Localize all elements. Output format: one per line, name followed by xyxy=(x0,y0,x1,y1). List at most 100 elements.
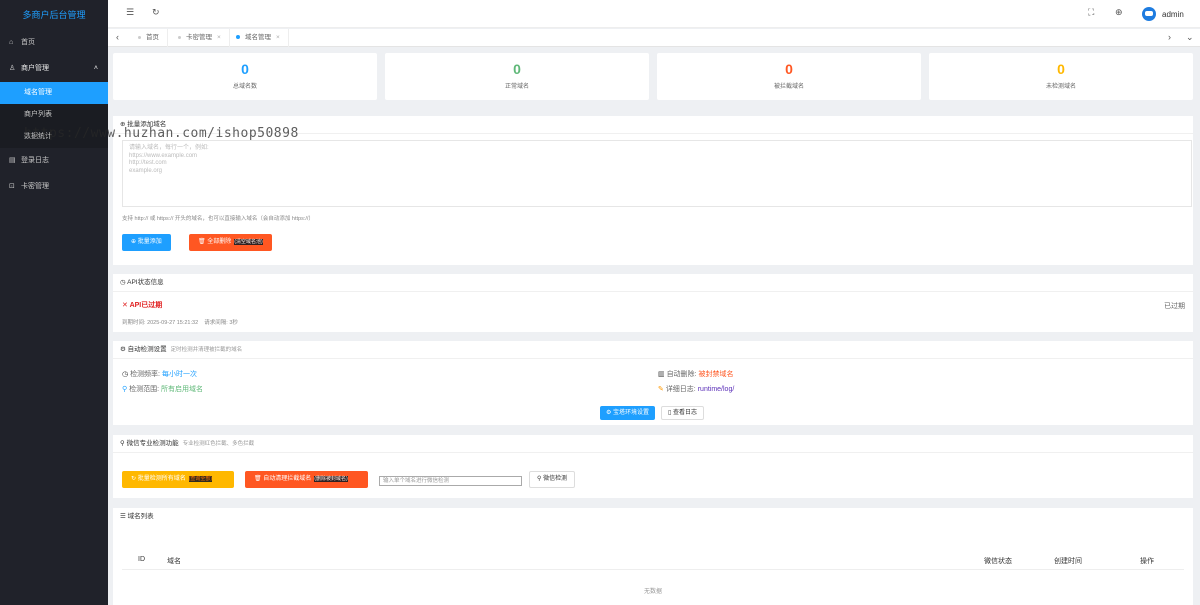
auto-title: 自动检测设置 xyxy=(127,346,167,353)
delete-all-button[interactable]: 🗑 全部删除 (清空域名池) xyxy=(189,234,272,251)
batch-hint: 支持 http:// 或 https:// 开头的域名，也可以直接输入域名（会自… xyxy=(122,216,314,222)
auto-delete: ▥ 自动删除: 被封禁域名 xyxy=(658,369,733,379)
avatar[interactable] xyxy=(1142,7,1156,21)
auto-clean-button[interactable]: 🗑 自动清理拦截域名 (删除被封域名) xyxy=(245,471,368,488)
button-label: 批量添加 xyxy=(137,239,162,245)
chevron-down-icon[interactable]: ⌄ xyxy=(1186,32,1194,43)
stat-value: 0 xyxy=(1057,61,1065,77)
auto-range: ⚲ 检测范围: 所有启用域名 xyxy=(122,384,203,394)
api-status-card: ◷ API状态信息 ✕ API已过期 到期时间: 2025-09-27 15:2… xyxy=(113,274,1193,332)
list-title: 域名列表 xyxy=(127,513,154,520)
tab-home[interactable]: 首页 xyxy=(130,29,168,47)
tab-dot-icon xyxy=(236,35,240,40)
button-label: 自动清理拦截域名 xyxy=(263,476,312,482)
wechat-check-card: ⚲ 微信专业检测功能 专业检测红色拦截、多色拦截 ↻ 批量检测所有域名 (查询全部)… xyxy=(113,435,1193,498)
auto-check-card: ⚙ 自动检测设置 定时检测并清理被拦截的域名 ◷ 检测频率: 每小时一次 ⚲ 检测… xyxy=(113,341,1193,425)
sidebar-item-label: 商户管理 xyxy=(21,65,49,72)
fullscreen-icon[interactable]: ⛶ xyxy=(1088,7,1094,18)
user-icon: ♙ xyxy=(9,65,16,72)
menu-toggle-icon[interactable]: ☰ xyxy=(126,7,134,18)
button-label: 微信检测 xyxy=(543,476,568,482)
log-value: runtime/log/ xyxy=(697,386,735,393)
empty-state: 无数据 xyxy=(643,589,662,595)
button-label: 宝塔环境设置 xyxy=(613,410,650,416)
button-sublabel: (删除被封域名) xyxy=(314,476,348,482)
tab-label: 域名管理 xyxy=(245,34,271,41)
button-label: 查看日志 xyxy=(672,410,697,416)
expire-label: 到期时间: xyxy=(122,320,146,326)
calendar-icon: ▤ xyxy=(9,157,16,164)
stat-normal: 0 正常域名 xyxy=(385,53,649,100)
card-title: ☰ 域名列表 xyxy=(113,508,1193,526)
chevron-left-icon[interactable]: ‹ xyxy=(116,32,119,42)
close-icon[interactable]: × xyxy=(217,34,221,41)
sidebar-item-cards[interactable]: ⊡ 卡密管理 xyxy=(0,174,108,200)
table-header: ID 域名 微信状态 创建时间 操作 xyxy=(122,552,1184,570)
stat-label: 被拦截域名 xyxy=(773,84,804,90)
tab-bar: ‹ 首页 卡密管理 × 域名管理 × › ⌄ xyxy=(108,29,1200,47)
trash-icon: 🗑 xyxy=(254,476,264,482)
tab-label: 首页 xyxy=(146,34,159,41)
chevron-right-icon[interactable]: › xyxy=(1168,32,1171,42)
stat-value: 0 xyxy=(513,61,521,77)
wechat-desc: 专业检测红色拦截、多色拦截 xyxy=(182,441,255,447)
single-domain-input[interactable]: 输入单个域名进行微信检测 xyxy=(379,476,522,486)
freq-value: 每小时一次 xyxy=(161,371,197,378)
stat-label: 未检测域名 xyxy=(1045,84,1076,90)
refresh-icon[interactable]: ↻ xyxy=(152,7,160,18)
stat-total: 0 总域名数 xyxy=(113,53,377,100)
auto-desc: 定时检测并清理被拦截的域名 xyxy=(170,347,243,353)
cron-setup-button[interactable]: ⚙ 宝塔环境设置 xyxy=(600,406,656,420)
col-wechat-status: 微信状态 xyxy=(984,558,1012,565)
wechat-check-button[interactable]: ⚲ 微信检测 xyxy=(529,471,576,488)
stat-label: 正常域名 xyxy=(504,84,529,90)
del-label: 自动删除: xyxy=(666,371,697,378)
button-sublabel: (清空域名池) xyxy=(234,239,263,245)
sidebar-item-domains[interactable]: 域名管理 xyxy=(0,82,108,104)
watermark: https://www.huzhan.com/ishop50898 xyxy=(24,126,299,141)
clock-icon: ◷ xyxy=(122,371,131,378)
gear-icon: ⚙ xyxy=(606,410,614,416)
col-domain: 域名 xyxy=(167,558,181,565)
card-title: ◷ API状态信息 xyxy=(113,274,1193,292)
top-header: ☰ ↻ ⛶ ⊕ admin xyxy=(108,0,1200,28)
domains-textarea[interactable]: 请输入域名，每行一个，例如: https://www.example.com h… xyxy=(122,140,1192,207)
file-icon: ✎ xyxy=(658,386,666,393)
interval-value: 3秒 xyxy=(229,320,238,326)
batch-add-button[interactable]: ⊕ 批量添加 xyxy=(122,234,171,251)
domain-list-card: ☰ 域名列表 ID 域名 微信状态 创建时间 操作 无数据 xyxy=(113,508,1193,605)
sidebar-item-label: 卡密管理 xyxy=(21,183,49,190)
card-title: ⚲ 微信专业检测功能 专业检测红色拦截、多色拦截 xyxy=(113,435,1193,453)
user-name[interactable]: admin xyxy=(1162,10,1184,19)
sidebar-item-merchant-list[interactable]: 商户列表 xyxy=(0,104,108,126)
auto-log: ✎ 详细日志: runtime/log/ xyxy=(658,384,734,394)
gear-icon: ⚙ xyxy=(120,346,128,353)
batch-check-button[interactable]: ↻ 批量检测所有域名 (查询全部) xyxy=(122,471,234,488)
button-sublabel: (查询全部) xyxy=(188,476,213,482)
sidebar: 多商户后台管理 ⌂ 首页 ♙ 商户管理 ˄ 域名管理 商户列表 数据统计 ▤ 登录日志 … xyxy=(0,0,108,605)
auto-freq: ◷ 检测频率: 每小时一次 xyxy=(122,369,197,379)
del-value: 被封禁域名 xyxy=(698,371,734,378)
sidebar-item-label: 首页 xyxy=(21,39,35,46)
sidebar-item-home[interactable]: ⌂ 首页 xyxy=(0,30,108,56)
close-icon[interactable]: × xyxy=(276,34,280,41)
sidebar-item-login-log[interactable]: ▤ 登录日志 xyxy=(0,148,108,174)
plus-circle-icon: ⊕ xyxy=(131,239,138,245)
stat-unchecked: 0 未检测域名 xyxy=(929,53,1193,100)
sidebar-item-merchant[interactable]: ♙ 商户管理 ˄ xyxy=(0,56,108,82)
app-logo: 多商户后台管理 xyxy=(22,10,86,20)
view-log-button[interactable]: ▯ 查看日志 xyxy=(661,406,704,420)
sidebar-item-label: 域名管理 xyxy=(24,89,52,96)
globe-icon[interactable]: ⊕ xyxy=(1115,7,1123,18)
home-icon: ⌂ xyxy=(9,39,14,46)
col-created: 创建时间 xyxy=(1054,558,1082,565)
interval-label: 请求间隔: xyxy=(204,320,228,326)
range-value: 所有启用域名 xyxy=(160,386,203,393)
tab-label: 卡密管理 xyxy=(186,34,212,41)
search-icon: ⚲ xyxy=(120,440,127,447)
tab-domains[interactable]: 域名管理 × xyxy=(228,29,289,47)
col-id: ID xyxy=(138,556,145,563)
tab-cards[interactable]: 卡密管理 × xyxy=(170,29,230,47)
trash-icon: ▥ xyxy=(658,371,667,378)
button-label: 全部删除 xyxy=(207,239,232,245)
